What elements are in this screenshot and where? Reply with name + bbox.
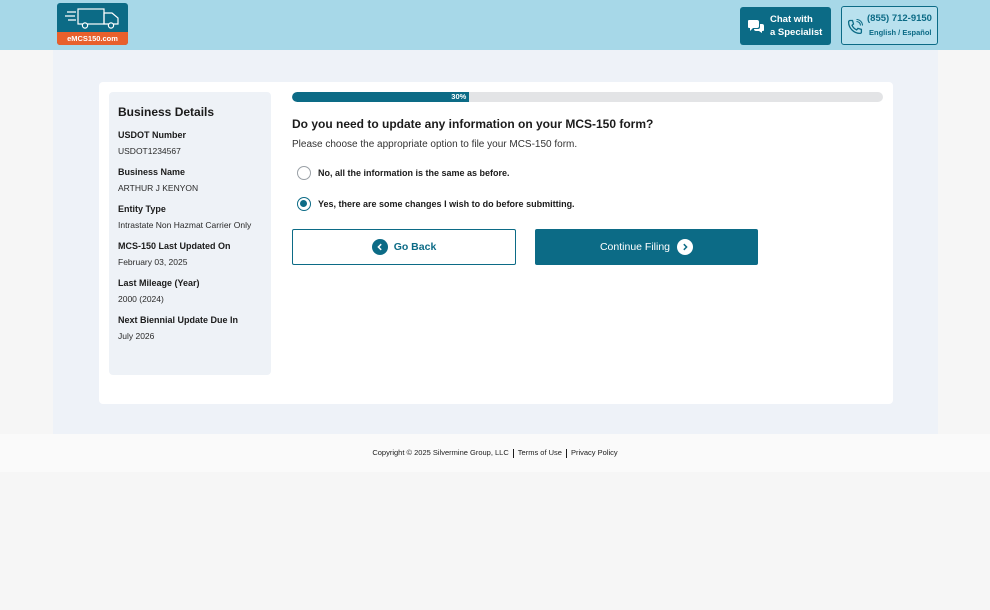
form-question: Do you need to update any information on… xyxy=(292,117,654,131)
field-label: Last Mileage (Year) xyxy=(118,278,200,288)
option-has-changes[interactable]: Yes, there are some changes I wish to do… xyxy=(297,196,575,211)
footer-divider xyxy=(512,448,514,458)
copyright-text: Copyright © 2025 Silvermine Group, LLC xyxy=(372,448,509,457)
chat-specialist-button[interactable]: Chat with a Specialist xyxy=(740,7,831,45)
phone-icon xyxy=(847,19,863,35)
field-value: USDOT1234567 xyxy=(118,146,181,156)
go-back-label: Go Back xyxy=(393,241,437,253)
option-no-changes[interactable]: No, all the information is the same as b… xyxy=(297,165,510,180)
continue-filing-button[interactable]: Continue Filing xyxy=(535,229,758,265)
last-mileage-field: Last Mileage (Year) 2000 (2024) xyxy=(118,278,261,305)
chat-line2: a Specialist xyxy=(770,26,823,38)
phone-contact-button[interactable]: (855) 712-9150 English / Español xyxy=(841,6,938,45)
progress-fill: 30% xyxy=(292,92,470,102)
next-update-field: Next Biennial Update Due In July 2026 xyxy=(118,315,261,342)
field-value: Intrastate Non Hazmat Carrier Only xyxy=(118,220,252,230)
footer-links: Copyright © 2025 Silvermine Group, LLC Te… xyxy=(0,448,990,458)
business-details-panel: Business Details USDOT Number USDOT12345… xyxy=(109,92,271,375)
last-updated-field: MCS-150 Last Updated On February 03, 202… xyxy=(118,241,261,268)
continue-label: Continue Filing xyxy=(599,241,671,253)
site-logo[interactable]: eMCS150.com xyxy=(57,3,128,45)
option-label: No, all the information is the same as b… xyxy=(318,167,510,178)
chevron-left-icon xyxy=(371,239,388,255)
phone-number: (855) 712-9150 xyxy=(867,13,932,24)
field-label: MCS-150 Last Updated On xyxy=(118,241,231,251)
top-header: eMCS150.com Chat with a Specialist (855)… xyxy=(0,0,990,50)
option-label: Yes, there are some changes I wish to do… xyxy=(318,198,575,209)
business-name-field: Business Name ARTHUR J KENYON xyxy=(118,167,261,194)
field-label: USDOT Number xyxy=(118,130,187,140)
radio-has-changes[interactable] xyxy=(297,196,311,211)
go-back-button[interactable]: Go Back xyxy=(292,229,516,265)
usdot-field: USDOT Number USDOT1234567 xyxy=(118,130,261,157)
field-label: Entity Type xyxy=(118,204,166,214)
chat-line1: Chat with xyxy=(770,14,813,25)
phone-language: English / Español xyxy=(869,28,932,37)
logo-text: eMCS150.com xyxy=(57,32,128,45)
footer-divider xyxy=(565,448,567,458)
field-value: 2000 (2024) xyxy=(118,294,164,304)
field-value: July 2026 xyxy=(118,331,155,341)
privacy-link[interactable]: Privacy Policy xyxy=(571,448,618,457)
field-value: February 03, 2025 xyxy=(118,257,188,267)
field-label: Next Biennial Update Due In xyxy=(118,315,239,325)
chevron-right-icon xyxy=(677,239,694,255)
form-instruction: Please choose the appropriate option to … xyxy=(292,139,578,150)
progress-bar: 30% xyxy=(292,92,883,102)
terms-link[interactable]: Terms of Use xyxy=(518,448,562,457)
entity-type-field: Entity Type Intrastate Non Hazmat Carrie… xyxy=(118,204,261,231)
truck-icon xyxy=(65,8,119,29)
chat-bubbles-icon xyxy=(748,20,764,33)
business-details-title: Business Details xyxy=(118,105,215,119)
field-label: Business Name xyxy=(118,167,186,177)
progress-label: 30% xyxy=(451,92,467,101)
radio-no-changes[interactable] xyxy=(297,165,311,180)
field-value: ARTHUR J KENYON xyxy=(118,183,199,193)
